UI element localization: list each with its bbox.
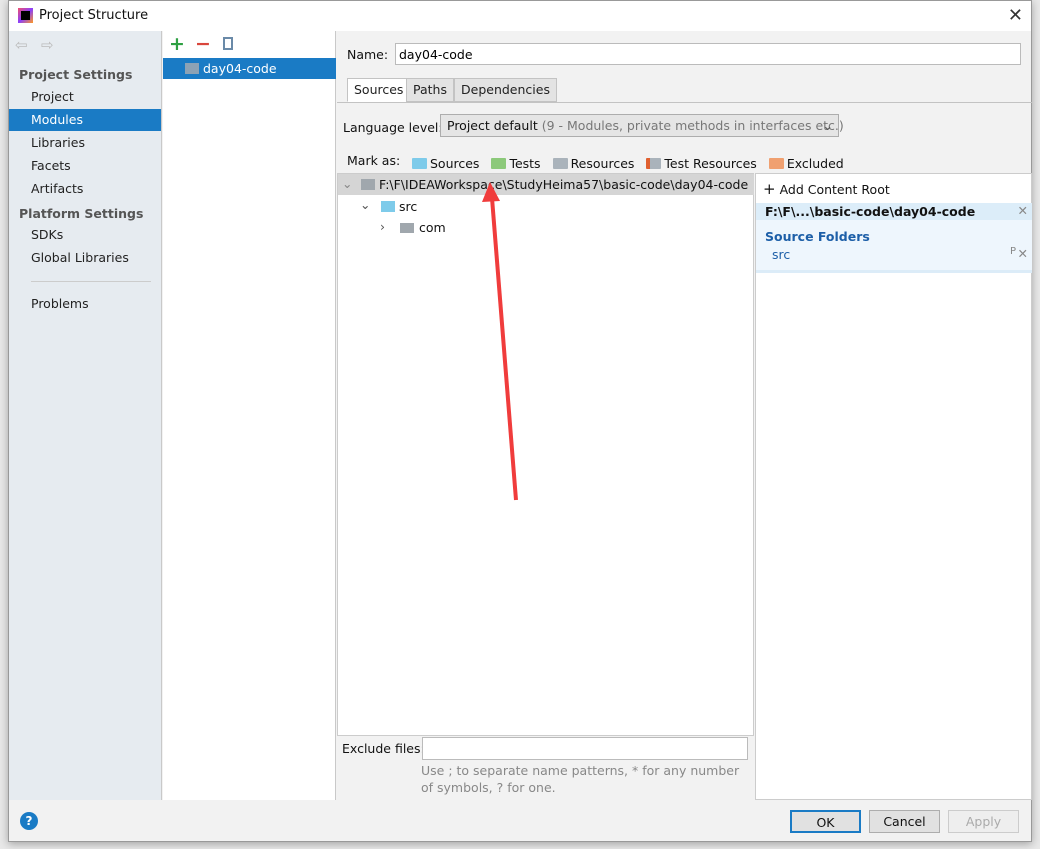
red-arrow-annotation xyxy=(482,182,518,501)
